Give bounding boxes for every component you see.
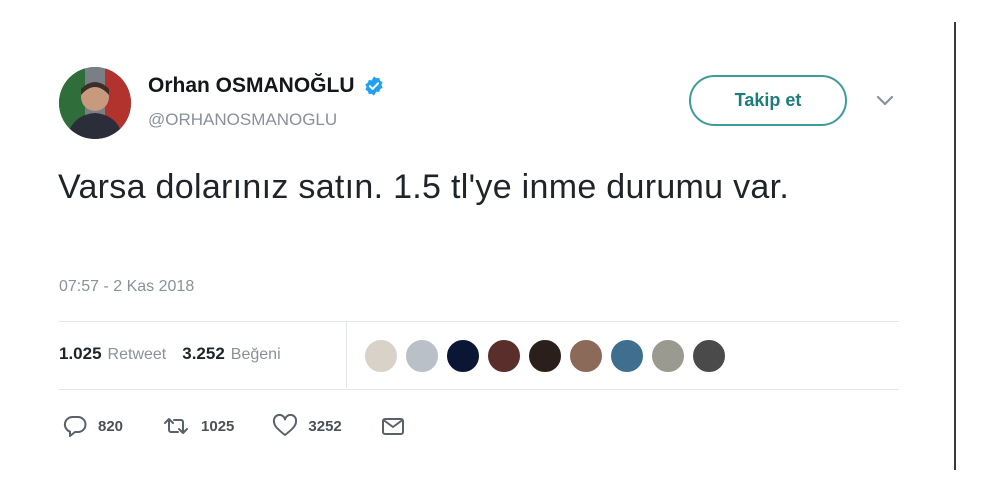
liker-avatar[interactable]	[364, 339, 398, 373]
retweet-stat-label[interactable]: Retweet	[108, 346, 167, 364]
retweet-button[interactable]: 1025	[161, 414, 234, 438]
tweet-timestamp[interactable]: 07:57 - 2 Kas 2018	[59, 278, 194, 296]
engagement-stats: 1.025 Retweet 3.252 Beğeni	[59, 344, 281, 364]
envelope-icon	[381, 418, 404, 435]
tweet-text: Varsa dolarınız satın. 1.5 tl'ye inme du…	[58, 168, 790, 206]
reply-icon	[63, 416, 87, 437]
liker-avatar[interactable]	[610, 339, 644, 373]
retweet-icon	[164, 418, 189, 434]
retweet-stat-count[interactable]: 1.025	[59, 344, 102, 364]
reply-count: 820	[98, 417, 124, 435]
direct-message-button[interactable]	[380, 414, 406, 438]
action-bar: 820 1025 3252	[62, 414, 444, 438]
divider-top	[59, 321, 899, 322]
heart-icon	[273, 414, 298, 436]
reply-button[interactable]: 820	[62, 414, 123, 438]
stats-separator	[346, 322, 347, 388]
liker-avatars	[364, 337, 733, 375]
liker-avatar[interactable]	[405, 339, 439, 373]
liker-avatar[interactable]	[487, 339, 521, 373]
chevron-down-icon[interactable]	[872, 92, 898, 110]
like-stat-label[interactable]: Beğeni	[231, 346, 281, 364]
author-name-row[interactable]: Orhan OSMANOĞLU	[148, 74, 385, 98]
tweet-card: Orhan OSMANOĞLU @ORHANOSMANOGLU Takip et…	[0, 0, 989, 489]
liker-avatar[interactable]	[569, 339, 603, 373]
avatar-photo	[59, 67, 131, 139]
liker-avatar[interactable]	[692, 339, 726, 373]
like-action-count: 3252	[308, 417, 342, 435]
page-edge-rule	[954, 22, 956, 470]
like-button[interactable]: 3252	[272, 414, 342, 438]
author-display-name[interactable]: Orhan OSMANOĞLU	[148, 74, 355, 98]
like-stat-count[interactable]: 3.252	[182, 344, 225, 364]
author-handle[interactable]: @ORHANOSMANOGLU	[148, 110, 337, 130]
verified-badge-icon	[364, 76, 383, 96]
liker-avatar[interactable]	[651, 339, 685, 373]
retweet-action-count: 1025	[201, 417, 235, 435]
liker-avatar[interactable]	[446, 339, 480, 373]
author-avatar[interactable]	[59, 67, 131, 139]
liker-avatar[interactable]	[528, 339, 562, 373]
follow-button[interactable]: Takip et	[689, 75, 847, 126]
divider-bottom	[59, 389, 899, 390]
